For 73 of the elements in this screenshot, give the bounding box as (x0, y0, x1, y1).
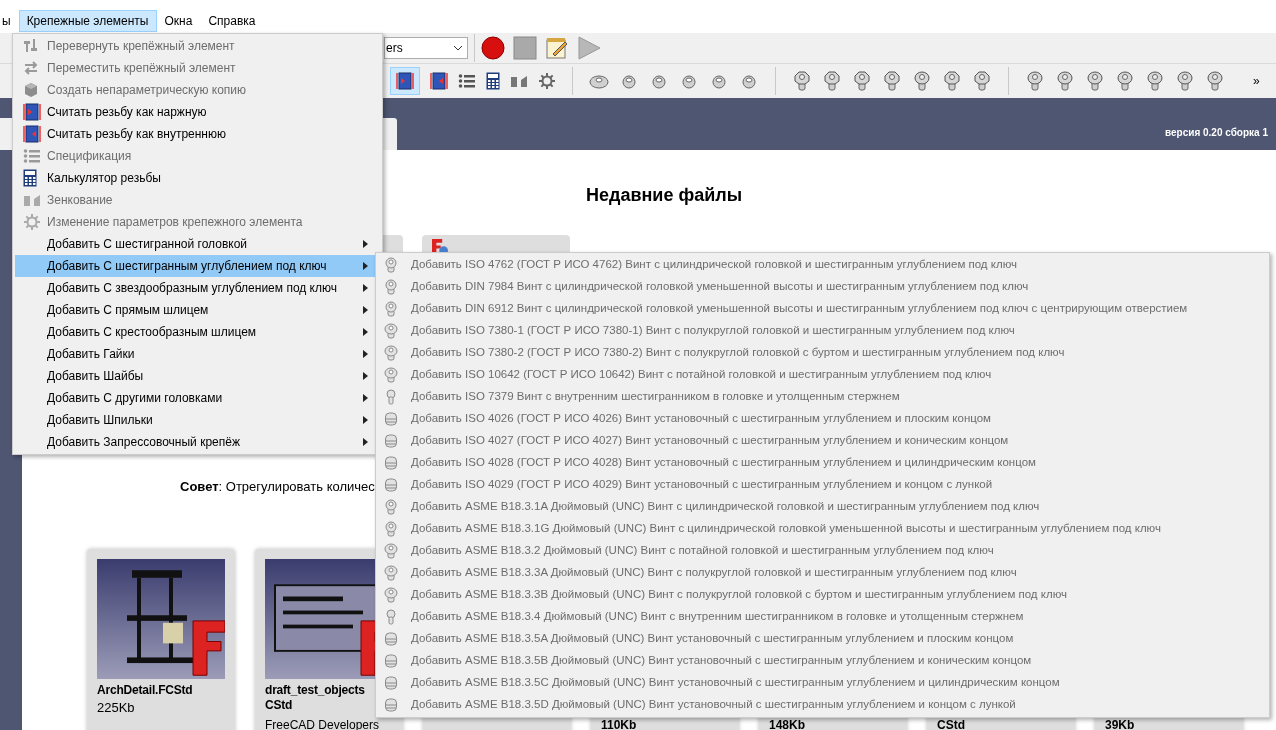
menu-item[interactable]: Считать резьбу как внутреннюю (15, 123, 380, 145)
screw-icon (384, 587, 398, 603)
menu-title[interactable]: Окна (156, 10, 201, 32)
set-screw-icon (384, 477, 398, 493)
screw-icon[interactable] (1145, 70, 1165, 92)
bolt-icon[interactable] (972, 70, 992, 92)
menu-item[interactable]: Считать резьбу как наржную (15, 101, 380, 123)
set-screw-icon (384, 697, 398, 713)
file-name: ArchDetail.FCStd (97, 682, 193, 698)
file-name: CStd (265, 697, 293, 713)
screw-icon (384, 345, 398, 361)
file-card[interactable]: ArchDetail.FCStd 225Kb (87, 548, 235, 730)
cube-icon (23, 82, 39, 98)
list-icon[interactable] (458, 73, 476, 89)
set-screw-icon (384, 411, 398, 427)
screw-icon (384, 543, 398, 559)
chevron-down-icon (453, 45, 463, 51)
screw-icon (384, 279, 398, 295)
version-label: версия 0.20 сборка 1 (1165, 126, 1268, 140)
calculator-icon[interactable] (486, 72, 500, 90)
gear-icon[interactable] (538, 72, 556, 90)
flip-icon (23, 38, 39, 54)
countersink-icon[interactable] (510, 74, 528, 88)
macro-edit-icon[interactable] (545, 36, 569, 60)
bolt-icon[interactable] (912, 70, 932, 92)
file-caption: 148Kb (769, 719, 806, 730)
screw-icon[interactable] (1115, 70, 1135, 92)
screw-icon (384, 367, 398, 383)
workbench-dropdown[interactable]: ers (384, 37, 468, 59)
menu-title[interactable]: ы (0, 10, 19, 32)
set-screw-icon (384, 653, 398, 669)
screw-icon[interactable] (1205, 70, 1225, 92)
screw-icon (384, 257, 398, 273)
set-screw-icon (384, 433, 398, 449)
screw-icon (384, 389, 398, 405)
screw-icon[interactable] (1085, 70, 1105, 92)
file-caption: 110Kb (601, 719, 637, 730)
file-name: draft_test_objects (265, 682, 365, 698)
menu-title[interactable]: Справка (200, 10, 264, 32)
menu-item[interactable]: Калькулятор резьбы (15, 167, 380, 189)
screw-icon[interactable] (1175, 70, 1195, 92)
calculator-icon[interactable] (23, 169, 37, 187)
bolt-icon[interactable] (792, 70, 812, 92)
bolt-icon[interactable] (852, 70, 872, 92)
thread-icon[interactable] (23, 103, 41, 121)
tip-text: Совет: Отрегулировать количес (180, 478, 375, 496)
screw-icon[interactable] (1055, 70, 1075, 92)
screw-icon (384, 499, 398, 515)
bolt-icon[interactable] (822, 70, 842, 92)
bolt-icon[interactable] (882, 70, 902, 92)
menu-item[interactable]: Добавить С шестигранной головкой (15, 233, 380, 255)
file-caption: 39Kb (1105, 719, 1135, 730)
record-icon[interactable] (481, 36, 505, 60)
screw-icon (384, 521, 398, 537)
screw-icon (384, 565, 398, 581)
menu-title[interactable]: Крепежные элементы (18, 10, 157, 32)
thread-icon[interactable] (23, 125, 41, 143)
set-screw-icon (384, 675, 398, 691)
set-screw-icon (384, 455, 398, 471)
thread-icon[interactable] (396, 72, 414, 90)
set-screw-icon (384, 631, 398, 647)
screw-icon[interactable] (1025, 70, 1045, 92)
file-caption: CStd (937, 719, 965, 730)
section-title: Недавние файлы (585, 184, 743, 207)
toolbar-toggle-button[interactable] (390, 67, 420, 95)
swap-arrows-icon (23, 60, 39, 76)
bolt-icon[interactable] (942, 70, 962, 92)
screw-icon (384, 609, 398, 625)
screw-icon (384, 301, 398, 317)
thread-icon[interactable] (430, 72, 448, 90)
file-size: 225Kb (97, 698, 136, 717)
screw-icon (384, 323, 398, 339)
toolbar-overflow[interactable]: » (1253, 72, 1260, 90)
